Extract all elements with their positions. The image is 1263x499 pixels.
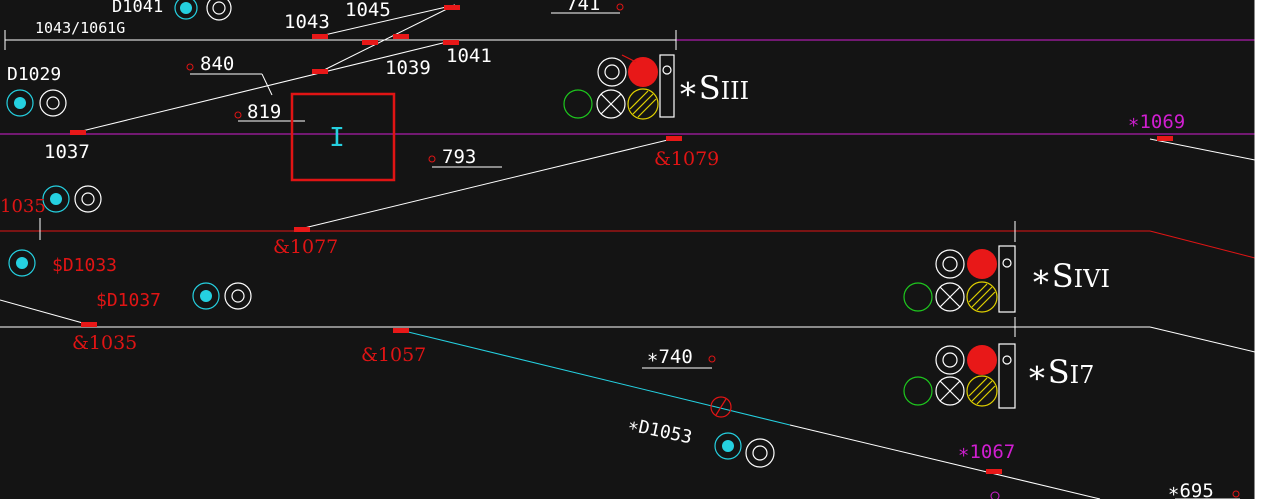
shunt-signal-lamp [722, 440, 734, 452]
label-740[interactable]: ∗740 [647, 346, 693, 368]
signal-lamp-red [967, 345, 997, 375]
track-circuit-marker-icon[interactable] [81, 322, 97, 327]
label-1039[interactable]: 1039 [385, 57, 431, 79]
label-D1041[interactable]: D1041 [112, 0, 163, 17]
signal-name-suffix: III [721, 77, 749, 105]
track-circuit-marker-icon[interactable] [70, 130, 86, 135]
label-819[interactable]: 819 [247, 101, 281, 123]
label-1077[interactable]: &1077 [273, 236, 338, 258]
label-1035-partial[interactable]: 1035 [0, 196, 46, 217]
track-circuit-marker-icon[interactable] [986, 469, 1002, 474]
drawing-viewport[interactable]: I D1041 1043/1061G 1043 1045 741 1039 10… [0, 0, 1263, 499]
label-741[interactable]: 741 [566, 0, 600, 15]
cursor-marker: I [329, 123, 345, 153]
shunt-signal-lamp [14, 97, 26, 109]
signal-name-suffix: IVI [1074, 265, 1110, 293]
label-840[interactable]: 840 [200, 53, 234, 75]
signal-lamp-red [628, 57, 658, 87]
label-1069[interactable]: ∗1069 [1128, 111, 1185, 133]
track-circuit-marker-icon[interactable] [1157, 136, 1173, 141]
label-1057[interactable]: &1057 [361, 344, 426, 366]
track-circuit-marker-icon[interactable] [393, 34, 409, 39]
track-circuit-marker-icon[interactable] [294, 227, 310, 232]
label-1067[interactable]: ∗1067 [958, 441, 1015, 463]
shunt-signal-lamp [50, 193, 62, 205]
track-circuit-marker-icon[interactable] [312, 69, 328, 74]
label-D1029[interactable]: D1029 [7, 64, 61, 85]
signal-name-prefix: ∗S [1030, 257, 1074, 295]
track-circuit-marker-icon[interactable] [362, 40, 378, 45]
label-1037[interactable]: 1037 [44, 141, 90, 163]
label-1043-1061G[interactable]: 1043/1061G [35, 19, 125, 37]
label-D1033[interactable]: $D1033 [52, 255, 117, 276]
label-695[interactable]: ∗695 [1168, 480, 1214, 499]
shunt-signal-lamp [200, 290, 212, 302]
track-circuit-marker-icon[interactable] [666, 136, 682, 141]
label-1079[interactable]: &1079 [654, 148, 719, 170]
shunt-signal-lamp [16, 257, 28, 269]
label-D1037[interactable]: $D1037 [96, 290, 161, 311]
label-1043[interactable]: 1043 [284, 11, 330, 33]
track-circuit-marker-icon[interactable] [444, 5, 460, 10]
label-1041[interactable]: 1041 [446, 45, 492, 67]
label-793[interactable]: 793 [442, 146, 476, 168]
signal-name-suffix: I7 [1070, 361, 1095, 389]
signal-lamp-red [967, 249, 997, 279]
track-circuit-marker-icon[interactable] [393, 328, 409, 333]
label-1035[interactable]: &1035 [72, 332, 137, 354]
track-layout-canvas[interactable]: I D1041 1043/1061G 1043 1045 741 1039 10… [0, 0, 1255, 499]
label-1045[interactable]: 1045 [345, 0, 391, 21]
signal-name-prefix: ∗S [1026, 353, 1070, 391]
signal-name-prefix: ∗S [677, 69, 721, 107]
shunt-signal-lamp [180, 2, 192, 14]
track-circuit-marker-icon[interactable] [312, 34, 328, 39]
